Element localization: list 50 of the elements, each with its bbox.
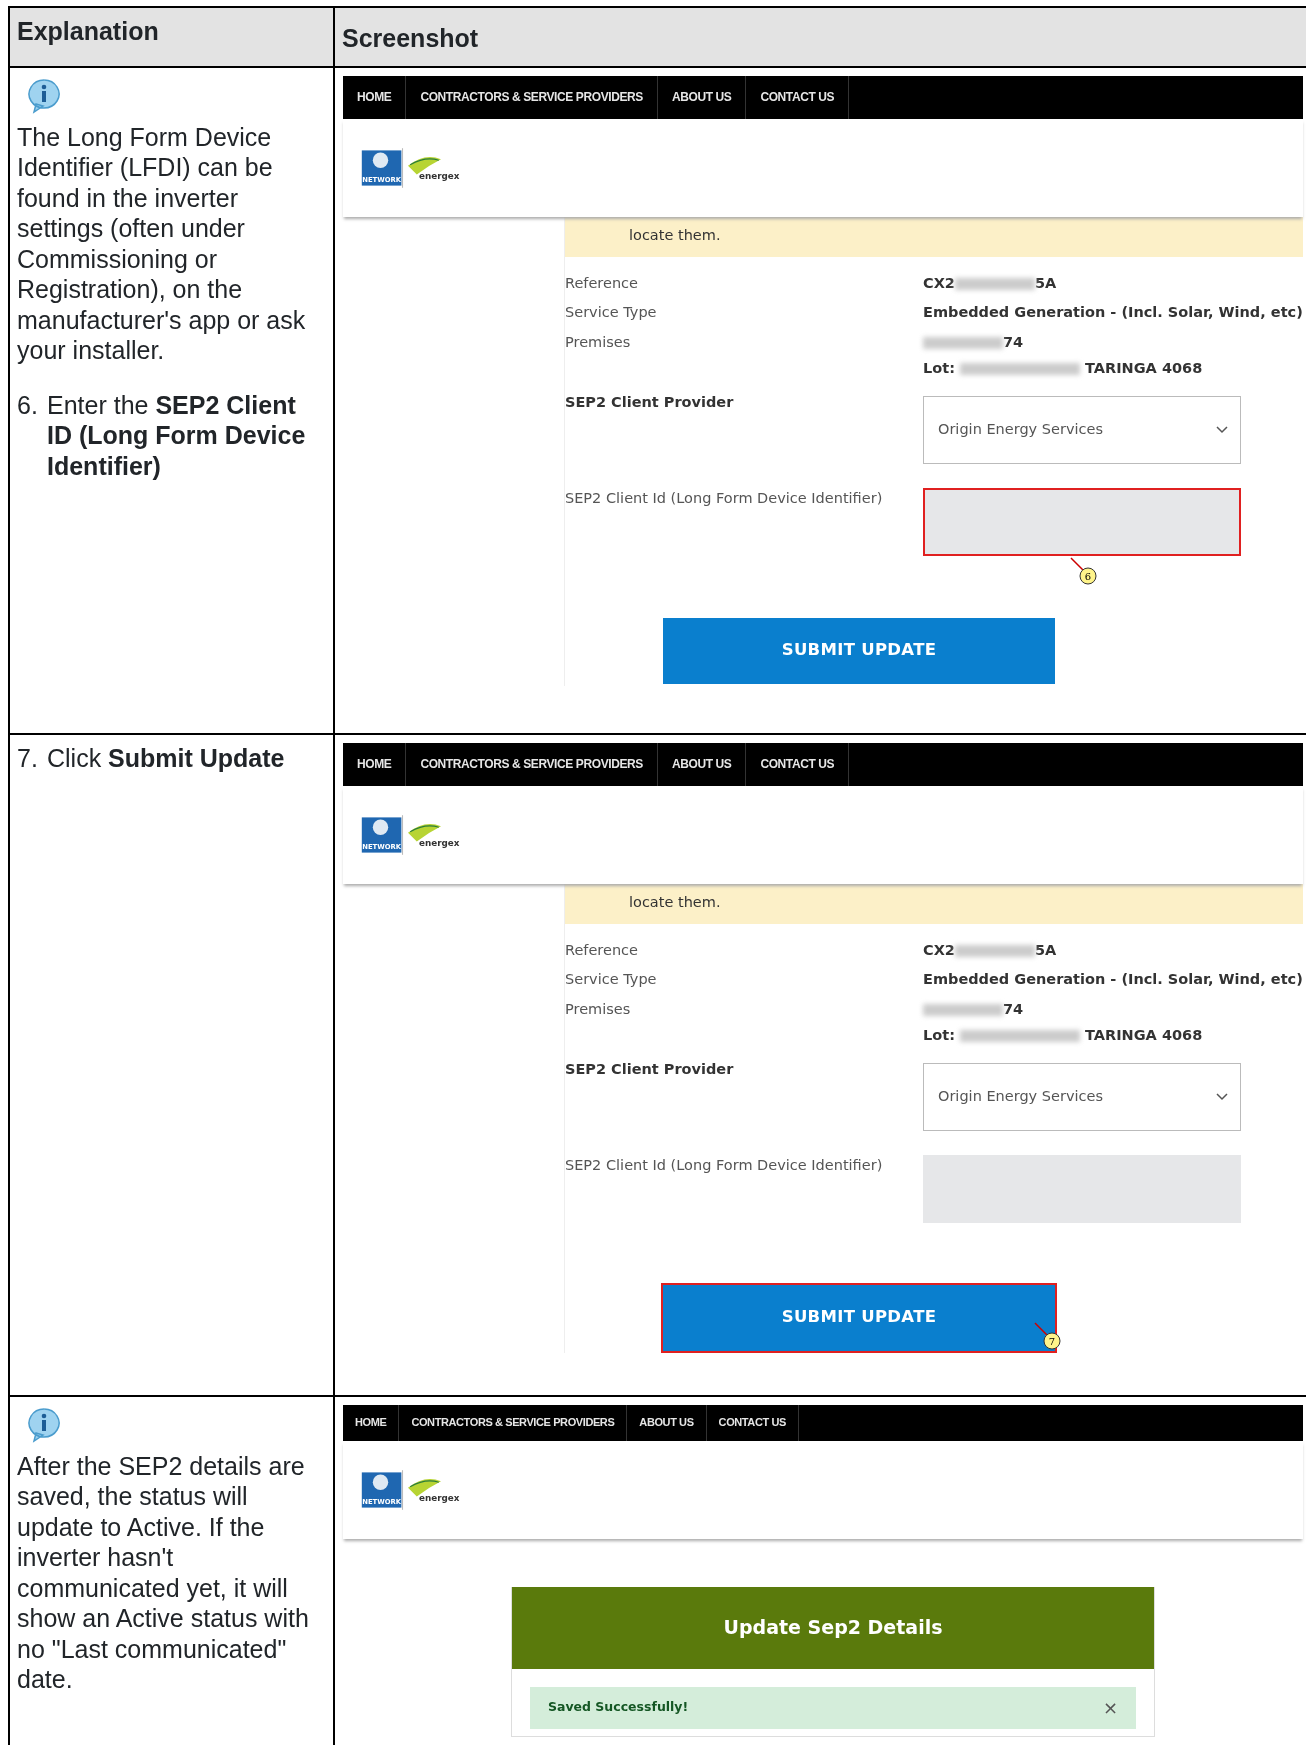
field-label: Premises <box>565 333 632 352</box>
chevron-down-icon <box>1216 1092 1228 1101</box>
column-header: Explanation <box>9 7 334 67</box>
field-label: Service Type <box>565 303 658 323</box>
notice-banner: locate them. <box>565 883 1303 924</box>
info-icon <box>27 1406 61 1443</box>
nav-link[interactable]: HOME <box>343 742 407 786</box>
select-field[interactable]: Origin Energy Services <box>923 1062 1241 1131</box>
nav-link[interactable]: CONTRACTORS & SERVICE PROVIDERS <box>406 75 658 119</box>
field-value: 74 <box>923 332 1203 354</box>
field-label: Reference <box>565 940 640 960</box>
panel-title: Update Sep2 Details <box>512 1586 1154 1669</box>
alert-message: Saved Successfully! <box>548 1698 689 1717</box>
nav-link[interactable]: CONTACT US <box>706 1404 799 1441</box>
field-value: Lot: TARINGA 4068 <box>923 358 1203 378</box>
nav-link[interactable]: ABOUT US <box>627 1404 707 1441</box>
field-label: Reference <box>565 273 640 293</box>
nav-link[interactable]: CONTACT US <box>746 742 850 786</box>
field-label: Service Type <box>565 970 658 990</box>
explanation-text: After the SEP2 details are saved, the status will update to Active. If the inverter hasn't communicated yet, it will show an Active status with no "Last communicated" date. <box>17 1450 310 1695</box>
input-field[interactable] <box>923 487 1241 556</box>
field-label: SEP2 Client Provider <box>565 392 735 412</box>
field-value: Lot: TARINGA 4068 <box>923 1025 1203 1045</box>
field-label: SEP2 Client Id (Long Form Device Identifier) <box>565 1155 884 1175</box>
field-value: Embedded Generation - (Incl. Solar, Wind, etc) <box>923 970 1303 990</box>
step-instruction: 7. Click Submit Update <box>17 742 286 773</box>
input-field[interactable] <box>923 1154 1241 1223</box>
info-icon <box>27 77 61 114</box>
notice-banner: locate them. <box>565 216 1303 257</box>
field-value: 74 <box>923 999 1203 1021</box>
nav-link[interactable]: CONTACT US <box>746 75 850 119</box>
nav-link[interactable]: CONTRACTORS & SERVICE PROVIDERS <box>399 1404 628 1441</box>
field-value: CX2 5A <box>923 940 1057 960</box>
nav-link[interactable]: ABOUT US <box>657 75 747 119</box>
nav-link[interactable]: ABOUT US <box>657 742 747 786</box>
nav-link[interactable]: CONTRACTORS & SERVICE PROVIDERS <box>406 742 658 786</box>
explanation-text: The Long Form Device Identifier (LFDI) can be found in the inverter settings (often under Commissioning or Registration), on the manufacturer's app or ask your installer. <box>17 121 307 366</box>
select-field[interactable]: Origin Energy Services <box>923 395 1241 464</box>
chevron-down-icon <box>1216 425 1228 434</box>
submit-button[interactable]: SUBMIT UPDATE <box>663 617 1055 684</box>
field-label: SEP2 Client Provider <box>565 1059 735 1079</box>
field-label: SEP2 Client Id (Long Form Device Identifier) <box>565 488 884 508</box>
step-instruction: 6. Enter the SEP2 Client ID (Long Form Device Identifier) <box>17 389 307 481</box>
close-button[interactable]: × <box>1102 1694 1118 1721</box>
field-value: Embedded Generation - (Incl. Solar, Wind, etc) <box>923 303 1303 323</box>
column-header: Screenshot <box>334 7 1306 67</box>
nav-link[interactable]: HOME <box>343 75 407 119</box>
nav-link[interactable]: HOME <box>343 1404 400 1441</box>
field-value: CX2 5A <box>923 273 1057 293</box>
field-label: Premises <box>565 1000 632 1019</box>
